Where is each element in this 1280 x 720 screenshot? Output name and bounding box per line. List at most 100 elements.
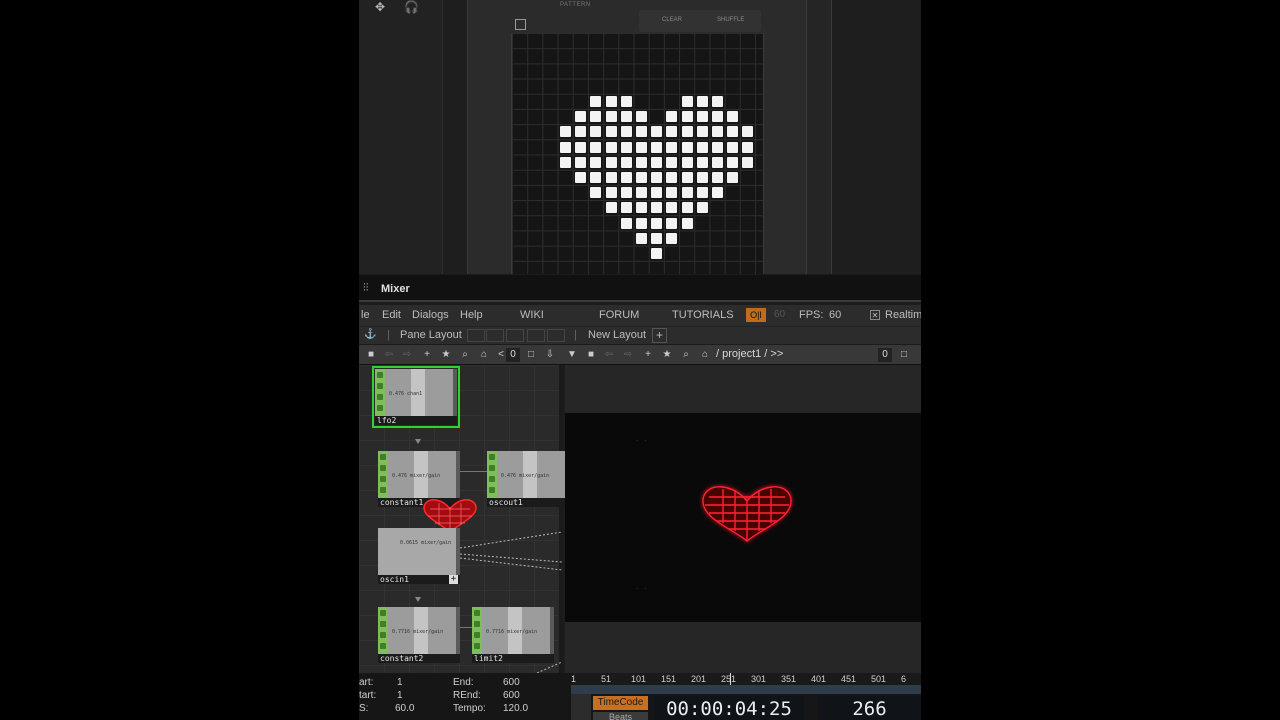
- heart-pixel[interactable]: [666, 187, 678, 199]
- heart-pixel[interactable]: [727, 111, 739, 123]
- heart-pixel[interactable]: [636, 172, 647, 183]
- heart-pixel[interactable]: [712, 111, 723, 123]
- heart-pixel[interactable]: [696, 202, 708, 214]
- heart-pixel[interactable]: [575, 156, 587, 168]
- heart-pixel[interactable]: [681, 156, 693, 168]
- heart-pixel[interactable]: [666, 172, 678, 183]
- node-name[interactable]: oscout1: [487, 498, 569, 507]
- layout-triple-icon[interactable]: [547, 329, 565, 342]
- heart-pixel[interactable]: [560, 156, 571, 168]
- dropdown-icon[interactable]: ▼: [565, 348, 579, 362]
- layout-split-h-icon[interactable]: [506, 329, 524, 342]
- heart-pixel[interactable]: [681, 141, 693, 153]
- node-name[interactable]: constant2: [378, 654, 460, 663]
- heart-pixel[interactable]: [636, 156, 647, 168]
- realtime-checkbox[interactable]: ✕: [870, 310, 880, 320]
- heart-pixel[interactable]: [742, 141, 754, 153]
- star-icon-2[interactable]: ★: [660, 348, 674, 362]
- node-name[interactable]: oscin1 +: [378, 575, 460, 584]
- add-icon-2[interactable]: +: [641, 348, 655, 362]
- node-constant2[interactable]: 0.7716 mixer/gain constant2: [378, 607, 460, 663]
- heart-pixel[interactable]: [575, 111, 587, 123]
- heart-pixel[interactable]: [666, 232, 678, 244]
- heart-pixel[interactable]: [636, 141, 647, 153]
- heart-pixel[interactable]: [636, 202, 647, 214]
- stop-icon-2[interactable]: ■: [584, 348, 598, 362]
- heart-pixel[interactable]: [696, 126, 708, 138]
- heart-pixel[interactable]: [560, 126, 571, 138]
- heart-pixel[interactable]: [636, 126, 647, 138]
- heart-pixel[interactable]: [681, 187, 693, 199]
- layout-split-v-icon[interactable]: [486, 329, 504, 342]
- heart-pixel[interactable]: [651, 126, 663, 138]
- search-icon-2[interactable]: ⌕: [679, 348, 693, 362]
- left-index[interactable]: 0: [506, 348, 520, 362]
- node-limit2[interactable]: 0.7716 mixer/gain limit2: [472, 607, 554, 663]
- node-flags[interactable]: [378, 607, 388, 654]
- new-layout-button[interactable]: +: [652, 328, 667, 343]
- end-value[interactable]: 600: [503, 677, 520, 688]
- heart-pixel[interactable]: [605, 96, 617, 107]
- heart-pixel[interactable]: [620, 141, 632, 153]
- node-flags[interactable]: [472, 607, 482, 654]
- stop-icon[interactable]: ■: [364, 348, 378, 362]
- heart-pixel[interactable]: [636, 187, 647, 199]
- timecode-button[interactable]: TimeCode: [593, 696, 648, 710]
- node-name[interactable]: lfo2: [375, 416, 457, 425]
- heart-pixel[interactable]: [590, 111, 602, 123]
- heart-pixel[interactable]: [666, 126, 678, 138]
- heart-pixel[interactable]: [666, 156, 678, 168]
- network-icon[interactable]: ⌂: [477, 348, 491, 362]
- menu-file[interactable]: le: [361, 309, 370, 321]
- heart-pixel[interactable]: [560, 141, 571, 153]
- heart-pixel[interactable]: [651, 156, 663, 168]
- heart-pixel[interactable]: [742, 156, 754, 168]
- heart-pixel[interactable]: [620, 172, 632, 183]
- heart-pixel[interactable]: [742, 126, 754, 138]
- realtime-label[interactable]: Realtim: [885, 309, 921, 321]
- shuffle-button[interactable]: SHUFFLE: [717, 17, 744, 23]
- heart-pixel[interactable]: [590, 172, 602, 183]
- heart-pixel[interactable]: [590, 96, 602, 107]
- heart-pixel[interactable]: [620, 96, 632, 107]
- heart-pixel[interactable]: [651, 202, 663, 214]
- menu-edit[interactable]: Edit: [382, 309, 401, 321]
- node-flags[interactable]: [378, 451, 388, 498]
- headphones-icon[interactable]: 🎧: [404, 0, 419, 14]
- heart-pixel[interactable]: [590, 126, 602, 138]
- start-value[interactable]: 1: [397, 677, 403, 688]
- heart-pixel[interactable]: [681, 172, 693, 183]
- node-oscout1[interactable]: 0.476 mixer/gain oscout1: [487, 451, 569, 507]
- heart-pixel[interactable]: [727, 141, 739, 153]
- heart-pixel[interactable]: [620, 187, 632, 199]
- node-lfo2[interactable]: 0.476 chan1 lfo2: [372, 366, 460, 428]
- heart-pixel[interactable]: [651, 248, 663, 259]
- tutorials-link[interactable]: TUTORIALS: [672, 309, 734, 321]
- heart-pixel[interactable]: [651, 187, 663, 199]
- heart-pixel[interactable]: [712, 156, 723, 168]
- heart-pixel[interactable]: [651, 172, 663, 183]
- pattern-tab[interactable]: PATTERN: [560, 2, 591, 8]
- heart-pixel[interactable]: [696, 141, 708, 153]
- heart-pixel[interactable]: [712, 187, 723, 199]
- heart-pixel[interactable]: [636, 217, 647, 229]
- add-icon[interactable]: +: [420, 348, 434, 362]
- heart-pixel[interactable]: [681, 217, 693, 229]
- heart-pixel[interactable]: [590, 156, 602, 168]
- heart-pixel[interactable]: [605, 126, 617, 138]
- heart-pixel[interactable]: [620, 217, 632, 229]
- menu-dialogs[interactable]: Dialogs: [412, 309, 449, 321]
- heart-pixel[interactable]: [712, 96, 723, 107]
- right-index[interactable]: 0: [878, 348, 892, 362]
- heart-pixel[interactable]: [575, 141, 587, 153]
- heart-pixel[interactable]: [636, 111, 647, 123]
- heart-pixel[interactable]: [696, 96, 708, 107]
- oi-badge[interactable]: O|I: [746, 308, 766, 322]
- move-icon[interactable]: ✥: [375, 0, 385, 14]
- heart-pixel[interactable]: [681, 96, 693, 107]
- heart-pixel[interactable]: [605, 141, 617, 153]
- back-icon[interactable]: ⇦: [382, 348, 396, 362]
- forum-link[interactable]: FORUM: [599, 309, 639, 321]
- timeline-toggle[interactable]: [571, 694, 591, 720]
- heart-pixel[interactable]: [666, 111, 678, 123]
